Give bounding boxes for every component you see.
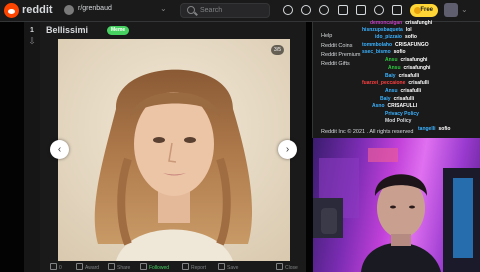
search-input[interactable]: Search [180, 3, 270, 18]
chat-message: Ansu crisafunghi [388, 65, 430, 71]
chat-message: Mod Policy [385, 118, 411, 124]
chat-username: ssec_bismo [362, 49, 391, 55]
popular-icon[interactable] [283, 5, 293, 15]
chat-text: crisafunghi [403, 65, 431, 71]
post-flair[interactable]: Meme [107, 26, 130, 35]
chat-message: Ansu crisafulli [385, 88, 421, 94]
notification-icon[interactable] [374, 5, 384, 15]
copyright-text: Reddit Inc © 2021 . All rights reserved [321, 129, 414, 135]
vote-column: 1 ⇩ [24, 22, 40, 272]
chat-username: Ansu [388, 65, 401, 71]
chat-message: tangelli sofio [418, 126, 450, 132]
chat-text: crisafulli [400, 88, 422, 94]
chat-message: tommbolaho CRISAFUNGO [362, 42, 429, 48]
chat-message: hisnzupsbaqueta lol [362, 27, 412, 33]
shield-icon[interactable] [338, 5, 348, 15]
webcam-image [313, 148, 480, 272]
chat-username: ido_pizzaio [375, 34, 402, 40]
downvote-icon[interactable]: ⇩ [27, 36, 37, 46]
chevron-down-icon: ⌄ [160, 4, 167, 13]
share-button[interactable]: Share [108, 263, 130, 271]
chat-text: crisafunghi [405, 20, 433, 26]
chat-text: lol [405, 27, 412, 33]
chat-text: CRISAFULLI [387, 103, 418, 109]
chat-icon[interactable] [356, 5, 366, 15]
sidebar-link-help[interactable]: Help [321, 33, 332, 39]
report-button[interactable]: Report [182, 263, 206, 271]
chat-text: crisafunghi [400, 57, 428, 63]
chat-text: sofio [393, 49, 406, 55]
portrait-photo [58, 39, 290, 261]
chat-message: fuarzei_peccaione crisafulli [362, 80, 429, 86]
chat-username: tommbolaho [362, 42, 392, 48]
search-icon [187, 6, 195, 14]
chat-text: crisafulli [408, 80, 429, 86]
top-navigation-bar: reddit r/grenbaud ⌄ Search Free ⌄ [0, 0, 480, 22]
comments-button[interactable]: 0 [50, 263, 62, 271]
chat-username: fuarzei_peccaione [362, 80, 406, 86]
community-switcher[interactable]: r/grenbaud ⌄ [60, 3, 170, 18]
gallery-prev-button[interactable]: ‹ [50, 140, 69, 159]
chat-text: crisafulli [398, 73, 420, 79]
free-label: Free [420, 7, 433, 13]
subreddit-avatar [64, 5, 74, 15]
chat-username: Baiy [385, 73, 396, 79]
chat-message: ssec_bismo sofio [362, 49, 406, 55]
free-coins-button[interactable]: Free [410, 4, 438, 17]
post-actions: 0 Award Share Followed Report Save Close [46, 263, 306, 272]
all-icon[interactable] [301, 5, 311, 15]
chat-username: tangelli [418, 126, 436, 132]
chat-username: Privacy Policy [385, 111, 419, 117]
search-placeholder: Search [200, 7, 223, 14]
chat-username: Baiy [380, 96, 391, 102]
chat-text: sofio [438, 126, 451, 132]
chat-username: Ansu [385, 57, 398, 63]
chat-message: Asno CRISAFULLI [372, 103, 417, 109]
chat-message: Baiy crisafulli [385, 73, 419, 79]
gallery-next-button[interactable]: › [278, 140, 297, 159]
reddit-logo-icon[interactable] [4, 3, 19, 18]
followed-button[interactable]: Followed [140, 263, 169, 271]
reddit-wordmark[interactable]: reddit [22, 4, 53, 16]
coins-icon[interactable] [319, 5, 329, 15]
chat-message: Privacy Policy [385, 111, 419, 117]
user-avatar[interactable] [444, 3, 458, 17]
subreddit-name: r/grenbaud [78, 5, 112, 12]
chat-message: Baiy crisafulli [380, 96, 414, 102]
chat-text: CRISAFUNGO [395, 42, 429, 48]
vote-count: 1 [30, 27, 34, 34]
chat-username: Ansu [385, 88, 398, 94]
chat-message: demoncaigan crisafunghi [370, 20, 432, 26]
chat-text: crisafulli [393, 96, 415, 102]
chat-username: Mod Policy [385, 118, 412, 124]
chat-text: sofio [404, 34, 417, 40]
create-post-icon[interactable] [392, 5, 402, 15]
sidebar-link-coins[interactable]: Reddit Coins [321, 43, 353, 49]
award-button[interactable]: Award [76, 263, 99, 271]
post-image[interactable]: 3/5 [58, 39, 290, 261]
chat-username: demoncaigan [370, 20, 403, 26]
chat-message: ido_pizzaio sofio [375, 34, 417, 40]
chat-username: Asno [372, 103, 385, 109]
chat-username: hisnzupsbaqueta [362, 27, 403, 33]
sidebar-link-gifts[interactable]: Reddit Gifts [321, 61, 350, 67]
chat-message: Ansu crisafunghi [385, 57, 427, 63]
close-button[interactable]: Close [276, 263, 298, 271]
sidebar-link-premium[interactable]: Reddit Premium [321, 52, 360, 58]
image-counter: 3/5 [271, 45, 284, 55]
user-menu-chevron-icon[interactable]: ⌄ [461, 5, 468, 14]
streamer-webcam [313, 138, 480, 272]
post-card: 1 ⇩ Bellissimi Meme 3/5 ‹ › 0 Award Shar… [24, 22, 306, 272]
post-title[interactable]: Bellissimi [46, 25, 88, 35]
save-button[interactable]: Save [218, 263, 238, 271]
